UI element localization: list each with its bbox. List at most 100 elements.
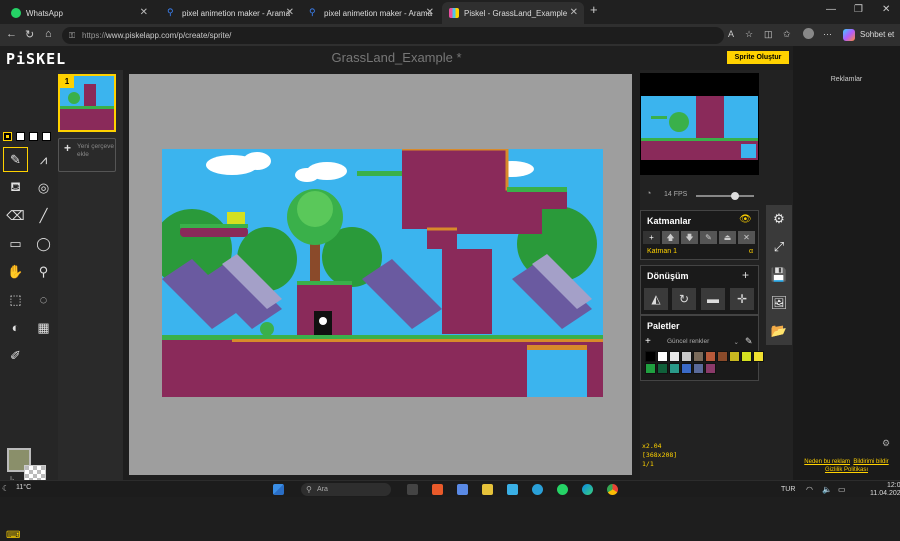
- system-clock[interactable]: 12:03 11.04.2025: [870, 482, 900, 498]
- lasso-selection-tool-icon[interactable]: ◌: [31, 287, 56, 312]
- battery-icon[interactable]: ▭: [838, 485, 846, 494]
- tab-search-1[interactable]: ⚲ pixel animetion maker - Arama ✕: [160, 2, 300, 24]
- ad-link-report[interactable]: Bildirimi bildir: [853, 459, 888, 465]
- lighten-tool-icon[interactable]: ◐: [3, 315, 28, 340]
- add-palette-icon[interactable]: +: [645, 336, 651, 347]
- back-arrow-icon[interactable]: ←: [6, 28, 17, 40]
- palette-swatch[interactable]: [741, 351, 752, 362]
- ad-link-privacy[interactable]: Gizlilik Politikası: [825, 467, 868, 473]
- add-transform-icon[interactable]: +: [742, 268, 749, 282]
- rectangle-tool-icon[interactable]: ▭: [3, 231, 28, 256]
- fps-slider-handle[interactable]: [731, 192, 739, 200]
- pen-size-1[interactable]: [3, 132, 12, 141]
- close-icon[interactable]: ✕: [140, 7, 148, 18]
- rotate-icon[interactable]: ↻: [672, 288, 696, 310]
- app-icon-2[interactable]: [457, 484, 468, 495]
- palette-swatch[interactable]: [669, 363, 680, 374]
- layer-item[interactable]: Katman 1: [647, 248, 677, 255]
- close-icon[interactable]: ✕: [570, 7, 578, 18]
- shape-selection-tool-icon[interactable]: ⚲: [31, 259, 56, 284]
- collections-icon[interactable]: ✩: [783, 29, 791, 40]
- add-frame-button[interactable]: + Yeni çerçeve ekle: [58, 138, 116, 172]
- ad-settings-gear-icon[interactable]: ⚙: [882, 438, 890, 449]
- move-tool-icon[interactable]: ✋: [3, 259, 28, 284]
- move-layer-up-button[interactable]: 🡅: [662, 231, 679, 244]
- edit-layer-button[interactable]: ✎: [700, 231, 717, 244]
- eraser-tool-icon[interactable]: ⌫: [3, 203, 28, 228]
- task-view-icon[interactable]: [407, 484, 418, 495]
- app-icon-3[interactable]: [507, 484, 518, 495]
- wifi-icon[interactable]: ◠: [806, 485, 813, 494]
- color-picker-tool-icon[interactable]: ✐: [3, 343, 28, 368]
- delete-layer-button[interactable]: ✕: [738, 231, 755, 244]
- favorite-star-icon[interactable]: ☆: [745, 29, 753, 40]
- volume-icon[interactable]: 🔈: [822, 485, 832, 494]
- language-indicator[interactable]: TUR: [781, 486, 795, 493]
- close-icon[interactable]: ✕: [426, 7, 434, 18]
- import-folder-icon[interactable]: 📂: [766, 317, 792, 345]
- new-tab-button[interactable]: +: [590, 2, 598, 17]
- windows-start-icon[interactable]: [273, 484, 284, 495]
- palette-swatch[interactable]: [669, 351, 680, 362]
- site-info-icon[interactable]: ⚿: [69, 27, 75, 44]
- ad-link-why[interactable]: Neden bu reklam: [804, 459, 850, 465]
- taskbar-search[interactable]: ⚲ Ara: [301, 483, 391, 496]
- dithering-tool-icon[interactable]: ▦: [31, 315, 56, 340]
- tab-piskel[interactable]: Piskel - GrassLand_Example ✕: [442, 2, 584, 24]
- sprite-canvas[interactable]: [162, 149, 603, 397]
- tab-search-2[interactable]: ⚲ pixel animetion maker - Arama ✕: [302, 2, 440, 24]
- more-menu-icon[interactable]: ⋯: [823, 29, 832, 40]
- palette-swatch[interactable]: [693, 351, 704, 362]
- telegram-icon[interactable]: [532, 484, 543, 495]
- mirror-pen-tool-icon[interactable]: ⩘: [31, 147, 56, 172]
- weather-icon[interactable]: ☾: [2, 484, 9, 493]
- weather-temperature[interactable]: 11°C: [16, 484, 31, 491]
- pen-size-3[interactable]: [29, 132, 38, 141]
- settings-gear-icon[interactable]: ⚙: [766, 205, 792, 233]
- move-layer-down-button[interactable]: 🡇: [681, 231, 698, 244]
- palette-select[interactable]: Güncel renkler ⌄: [657, 338, 741, 348]
- maximize-button[interactable]: ❐: [854, 4, 863, 15]
- window-close-button[interactable]: ✕: [882, 4, 890, 15]
- paint-same-color-tool-icon[interactable]: ◎: [31, 175, 56, 200]
- whatsapp-icon[interactable]: [557, 484, 568, 495]
- pen-tool-icon[interactable]: ✎: [3, 147, 28, 172]
- close-icon[interactable]: ✕: [286, 7, 294, 18]
- pen-size-4[interactable]: [42, 132, 51, 141]
- palette-swatch[interactable]: [681, 351, 692, 362]
- align-icon[interactable]: ✛: [730, 288, 754, 310]
- minimize-button[interactable]: —: [826, 4, 836, 15]
- layer-opacity[interactable]: α: [749, 248, 753, 255]
- palette-swatch[interactable]: [645, 363, 656, 374]
- profile-avatar[interactable]: [803, 28, 814, 39]
- copilot-chat-button[interactable]: Sohbet et: [843, 28, 894, 42]
- app-icon-1[interactable]: [432, 484, 443, 495]
- split-screen-icon[interactable]: ◫: [764, 29, 773, 40]
- keyboard-shortcuts-icon[interactable]: ⌨: [6, 530, 20, 541]
- export-image-icon[interactable]: 🖼: [766, 289, 792, 317]
- palette-swatch[interactable]: [693, 363, 704, 374]
- circle-tool-icon[interactable]: ◯: [31, 231, 56, 256]
- merge-layer-button[interactable]: ⏏: [719, 231, 736, 244]
- create-sprite-button[interactable]: Sprite Oluştur: [727, 51, 789, 64]
- clone-icon[interactable]: ▬: [701, 288, 725, 310]
- file-explorer-icon[interactable]: [482, 484, 493, 495]
- frame-thumbnail[interactable]: 1: [58, 74, 116, 132]
- palette-swatch[interactable]: [717, 351, 728, 362]
- paint-bucket-tool-icon[interactable]: ⛾: [3, 175, 28, 200]
- fps-slider-track[interactable]: [696, 195, 754, 197]
- drawing-canvas-area[interactable]: [129, 74, 632, 475]
- palette-swatch[interactable]: [705, 363, 716, 374]
- stroke-tool-icon[interactable]: ╱: [31, 203, 56, 228]
- edge-browser-icon[interactable]: [582, 484, 593, 495]
- refresh-icon[interactable]: ↻: [25, 28, 34, 41]
- palette-swatch[interactable]: [657, 351, 668, 362]
- palette-swatch[interactable]: [729, 351, 740, 362]
- palette-swatch[interactable]: [645, 351, 656, 362]
- read-aloud-icon[interactable]: A: [728, 29, 734, 39]
- pen-size-2[interactable]: [16, 132, 25, 141]
- tab-whatsapp[interactable]: WhatsApp ✕: [4, 2, 154, 24]
- animation-preview[interactable]: [640, 73, 759, 175]
- chrome-icon[interactable]: [607, 484, 618, 495]
- animation-settings-icon[interactable]: ◔: [646, 188, 651, 198]
